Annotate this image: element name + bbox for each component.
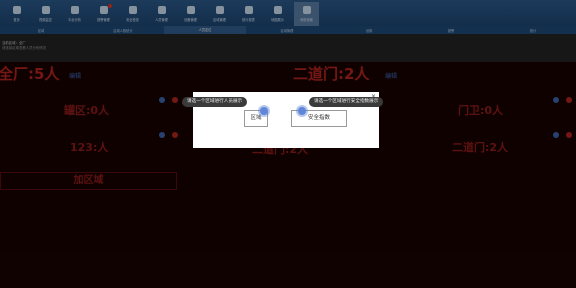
tooltip-area: 请选一个区域进行人员展示: [182, 97, 248, 107]
tooltip-safety: 请选一个区域进行安全指数展示: [309, 97, 384, 107]
area-hotspot[interactable]: [260, 107, 268, 115]
safety-hotspot[interactable]: [298, 107, 306, 115]
